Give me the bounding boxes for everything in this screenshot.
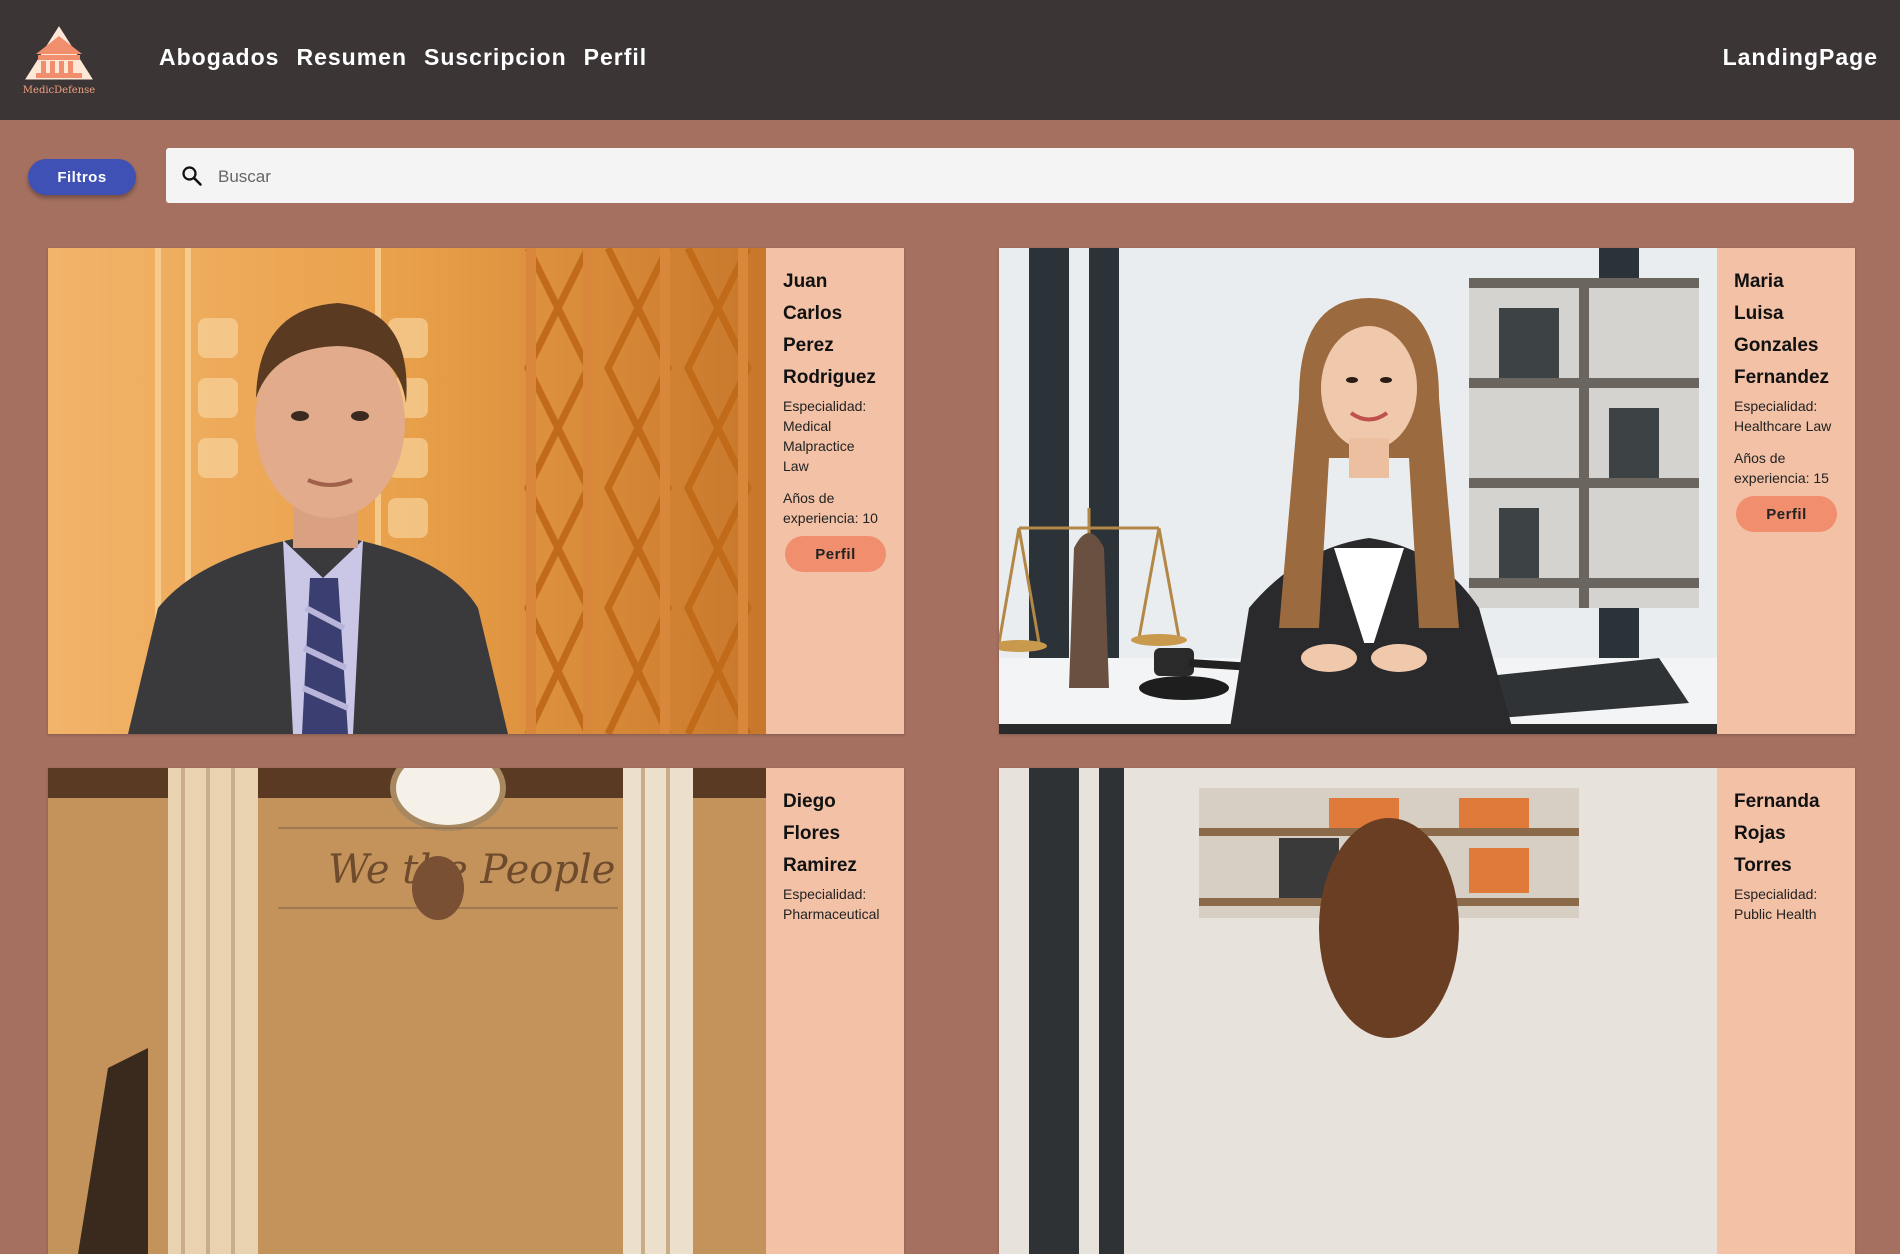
courthouse-logo-icon (25, 26, 93, 80)
lawyer-name: Juan Carlos Perez Rodriguez (783, 271, 876, 388)
lawyer-card: We the People Diego Flores Ramirez Espec… (48, 768, 904, 1254)
search-icon (182, 166, 202, 186)
main-nav: Abogados Resumen Suscripcion Perfil (159, 44, 647, 71)
filters-button[interactable]: Filtros (28, 159, 136, 195)
lawyer-card: Maria Luisa Gonzales Fernandez Especiali… (999, 248, 1855, 734)
lawyer-photo: We the People (48, 768, 766, 1254)
nav-suscripcion[interactable]: Suscripcion (424, 44, 567, 71)
lawyer-specialty: Especialidad: Healthcare Law (1734, 398, 1832, 434)
lawyer-info: Juan Carlos Perez Rodriguez Especialidad… (766, 248, 904, 734)
profile-button[interactable]: Perfil (1736, 496, 1837, 532)
lawyer-photo (999, 768, 1717, 1254)
lawyer-experience: Años de experiencia: 10 (783, 490, 878, 526)
lawyer-name: Diego Flores Ramirez (783, 791, 857, 876)
lawyer-specialty: Especialidad: Public Health (1734, 886, 1818, 922)
lawyer-name: Fernanda Rojas Torres (1734, 791, 1820, 876)
search-bar (166, 148, 1854, 205)
lawyer-experience: Años de experiencia: 15 (1734, 450, 1829, 486)
nav-landing-page[interactable]: LandingPage (1723, 44, 1878, 71)
lawyer-specialty: Especialidad: Pharmaceutical (783, 886, 880, 922)
lawyer-name: Maria Luisa Gonzales Fernandez (1734, 271, 1830, 388)
brand-name: MedicDefense (22, 85, 96, 96)
nav-abogados[interactable]: Abogados (159, 44, 279, 71)
top-navigation-bar: MedicDefense Abogados Resumen Suscripcio… (0, 0, 1900, 120)
nav-resumen[interactable]: Resumen (296, 44, 407, 71)
profile-button[interactable]: Perfil (785, 536, 886, 572)
brand-logo[interactable]: MedicDefense (22, 24, 96, 100)
lawyer-photo (48, 248, 766, 734)
lawyer-photo (999, 248, 1717, 734)
search-input[interactable] (216, 148, 1840, 205)
lawyer-info: Maria Luisa Gonzales Fernandez Especiali… (1717, 248, 1855, 734)
lawyer-card: Juan Carlos Perez Rodriguez Especialidad… (48, 248, 904, 734)
constitution-text: We the People (328, 847, 615, 893)
lawyer-info: Fernanda Rojas Torres Especialidad: Publ… (1717, 768, 1855, 1254)
lawyer-info: Diego Flores Ramirez Especialidad: Pharm… (766, 768, 904, 1254)
lawyer-specialty: Especialidad: Medical Malpractice Law (783, 398, 867, 474)
nav-perfil[interactable]: Perfil (584, 44, 648, 71)
lawyer-card: Fernanda Rojas Torres Especialidad: Publ… (999, 768, 1855, 1254)
